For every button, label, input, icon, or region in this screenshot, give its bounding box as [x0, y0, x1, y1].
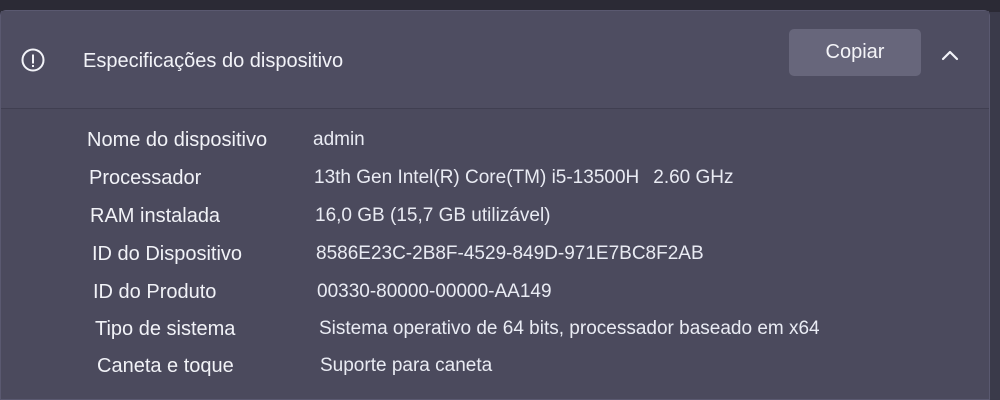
spec-row-device-name: Nome do dispositivo admin	[1, 125, 991, 161]
spec-value: 13th Gen Intel(R) Core(TM) i5-13500H 2.60…	[314, 163, 734, 193]
spec-label: Caneta e toque	[97, 355, 234, 377]
spec-row-device-id: ID do Dispositivo 8586E23C-2B8F-4529-849…	[1, 239, 991, 275]
spec-value: 00330-80000-00000-AA149	[317, 281, 552, 302]
spec-value: 8586E23C-2B8F-4529-849D-971E7BC8F2AB	[316, 243, 704, 264]
spec-label: Processador	[89, 167, 202, 189]
chevron-up-icon[interactable]	[933, 39, 967, 73]
spec-label: RAM instalada	[90, 205, 221, 227]
device-specifications-panel: Especificações do dispositivo Copiar Nom…	[0, 10, 990, 400]
spec-label: ID do Produto	[93, 281, 217, 303]
spec-row-installed-ram: RAM instalada 16,0 GB (15,7 GB utilizáve…	[1, 201, 991, 237]
spec-label: Nome do dispositivo	[87, 129, 268, 151]
spec-value: admin	[313, 129, 365, 150]
spec-row-processor: Processador 13th Gen Intel(R) Core(TM) i…	[1, 163, 991, 199]
spec-label: Tipo de sistema	[95, 318, 236, 340]
processor-speed: 2.60 GHz	[653, 167, 734, 188]
copy-button[interactable]: Copiar	[789, 29, 921, 76]
spec-label: ID do Dispositivo	[92, 243, 243, 265]
spec-row-pen-and-touch: Caneta e toque Suporte para caneta	[1, 351, 991, 387]
spec-row-product-id: ID do Produto 00330-80000-00000-AA149	[1, 277, 991, 313]
info-icon	[21, 48, 45, 72]
spec-value: Suporte para caneta	[320, 355, 493, 376]
panel-title: Especificações do dispositivo	[83, 50, 344, 72]
processor-model: 13th Gen Intel(R) Core(TM) i5-13500H	[314, 167, 640, 188]
spec-value: 16,0 GB (15,7 GB utilizável)	[315, 205, 551, 226]
panel-header[interactable]: Especificações do dispositivo Copiar	[1, 11, 989, 109]
spec-row-system-type: Tipo de sistema Sistema operativo de 64 …	[1, 314, 991, 350]
spec-value: Sistema operativo de 64 bits, processado…	[319, 318, 820, 339]
